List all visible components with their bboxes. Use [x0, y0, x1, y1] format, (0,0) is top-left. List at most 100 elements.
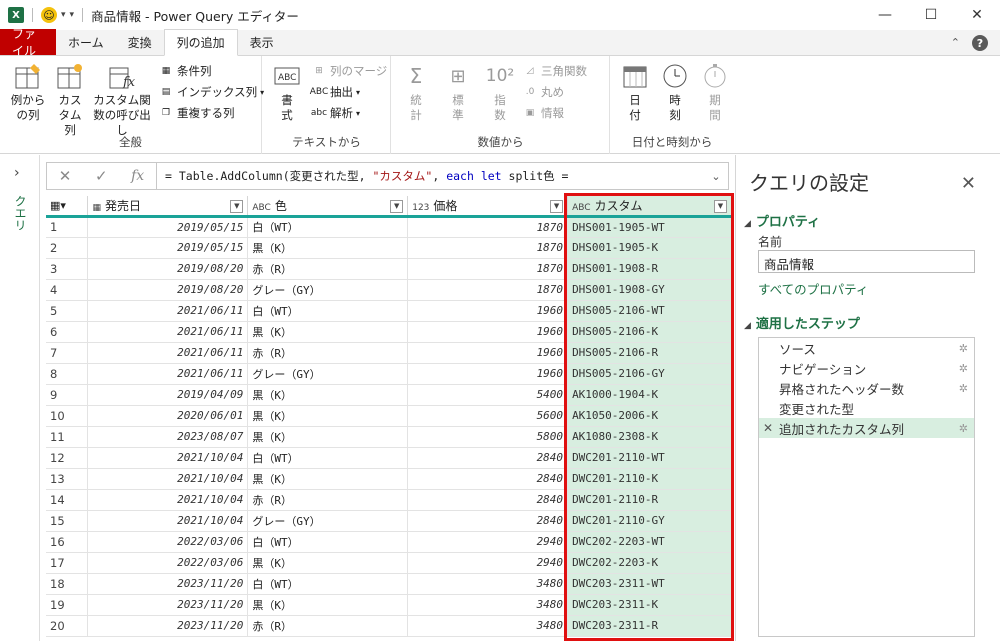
date-cell[interactable]: 2019/05/15	[87, 237, 249, 259]
price-cell[interactable]: 5600	[407, 405, 569, 427]
price-cell[interactable]: 1960	[407, 321, 569, 343]
date-cell[interactable]: 2019/08/20	[87, 279, 249, 301]
table-row[interactable]: 20 2023/11/20 赤（R） 3480 DWC203-2311-R	[46, 615, 732, 637]
date-cell[interactable]: 2022/03/06	[87, 531, 249, 553]
table-row[interactable]: 8 2021/06/11 グレー（GY） 1960 DHS005-2106-GY	[46, 363, 732, 385]
scientific-button[interactable]: 10² 指数	[482, 62, 518, 123]
color-cell[interactable]: 黒（K）	[247, 594, 409, 616]
row-number-cell[interactable]: 15	[46, 510, 89, 532]
tab-view[interactable]: 表示	[238, 29, 286, 55]
date-button[interactable]: 日付	[617, 62, 653, 123]
date-cell[interactable]: 2023/11/20	[87, 573, 249, 595]
date-cell[interactable]: 2023/11/20	[87, 615, 249, 637]
price-cell[interactable]: 2940	[407, 552, 569, 574]
applied-step-item[interactable]: ナビゲーション ✲	[759, 358, 974, 378]
chevron-up-icon[interactable]: ⌃	[951, 36, 960, 49]
check-icon[interactable]: ✓	[95, 167, 108, 185]
row-number-cell[interactable]: 16	[46, 531, 89, 553]
column-from-examples-button[interactable]: 例からの列	[8, 62, 48, 123]
custom-cell[interactable]: DHS001-1908-R	[567, 258, 732, 280]
color-cell[interactable]: 白（WT）	[247, 447, 409, 469]
custom-cell[interactable]: DHS005-2106-R	[567, 342, 732, 364]
row-number-cell[interactable]: 8	[46, 363, 89, 385]
table-row[interactable]: 9 2019/04/09 黒（K） 5400 AK1000-1904-K	[46, 384, 732, 406]
color-cell[interactable]: 白（WT）	[247, 216, 409, 238]
tab-add-column[interactable]: 列の追加	[163, 29, 238, 56]
statistics-button[interactable]: Σ 統計	[398, 62, 434, 123]
color-cell[interactable]: グレー（GY）	[247, 510, 409, 532]
custom-cell[interactable]: DHS005-2106-K	[567, 321, 732, 343]
smiley-icon[interactable]: ☺	[41, 7, 57, 23]
table-row[interactable]: 11 2023/08/07 黒（K） 5800 AK1080-2308-K	[46, 426, 732, 448]
column-header-price[interactable]: 123 価格 ▼	[407, 196, 569, 218]
gear-icon[interactable]: ✲	[959, 342, 968, 355]
date-cell[interactable]: 2021/10/04	[87, 447, 249, 469]
row-number-cell[interactable]: 7	[46, 342, 89, 364]
color-cell[interactable]: 赤（R）	[247, 615, 409, 637]
applied-step-item[interactable]: ✕ 追加されたカスタム列 ✲	[759, 418, 974, 438]
custom-cell[interactable]: AK1000-1904-K	[567, 384, 732, 406]
tab-home[interactable]: ホーム	[56, 29, 116, 55]
color-cell[interactable]: 白（WT）	[247, 300, 409, 322]
close-icon[interactable]: ✕	[961, 173, 976, 194]
close-button[interactable]: ✕	[954, 0, 1000, 30]
row-number-cell[interactable]: 13	[46, 468, 89, 490]
price-cell[interactable]: 1960	[407, 300, 569, 322]
color-cell[interactable]: 黒（K）	[247, 384, 409, 406]
date-cell[interactable]: 2019/04/09	[87, 384, 249, 406]
row-number-cell[interactable]: 3	[46, 258, 89, 280]
color-cell[interactable]: 白（WT）	[247, 531, 409, 553]
table-row[interactable]: 15 2021/10/04 グレー（GY） 2840 DWC201-2110-GY	[46, 510, 732, 532]
color-cell[interactable]: 白（WT）	[247, 573, 409, 595]
table-row[interactable]: 4 2019/08/20 グレー（GY） 1870 DHS001-1908-GY	[46, 279, 732, 301]
conditional-column-button[interactable]: ▦ 条件列	[158, 61, 212, 81]
minimize-button[interactable]: —	[862, 0, 908, 30]
date-cell[interactable]: 2021/06/11	[87, 342, 249, 364]
price-cell[interactable]: 2840	[407, 468, 569, 490]
queries-pane-label[interactable]: クエリ	[12, 195, 29, 231]
row-number-cell[interactable]: 17	[46, 552, 89, 574]
fx-icon[interactable]: fx	[131, 168, 144, 184]
applied-step-item[interactable]: 昇格されたヘッダー数 ✲	[759, 378, 974, 398]
customize-qat-icon[interactable]: ▾	[70, 10, 75, 20]
trigonometry-button[interactable]: ◿ 三角関数	[522, 61, 587, 81]
extract-button[interactable]: ABC 抽出 ▾	[310, 82, 360, 102]
formula-input[interactable]: = Table.AddColumn(変更された型, "カスタム", each l…	[157, 168, 704, 184]
date-cell[interactable]: 2019/05/15	[87, 216, 249, 238]
price-cell[interactable]: 2840	[407, 489, 569, 511]
date-cell[interactable]: 2021/06/11	[87, 363, 249, 385]
price-cell[interactable]: 3480	[407, 573, 569, 595]
table-menu-header[interactable]: ▦▾	[46, 196, 89, 218]
price-cell[interactable]: 2840	[407, 510, 569, 532]
custom-column-button[interactable]: カスタム列	[52, 62, 88, 138]
table-row[interactable]: 19 2023/11/20 黒（K） 3480 DWC203-2311-K	[46, 594, 732, 616]
date-cell[interactable]: 2023/11/20	[87, 594, 249, 616]
gear-icon[interactable]: ✲	[959, 422, 968, 435]
price-cell[interactable]: 1870	[407, 258, 569, 280]
row-number-cell[interactable]: 19	[46, 594, 89, 616]
filter-dropdown-icon[interactable]: ▼	[714, 199, 727, 213]
custom-cell[interactable]: DWC203-2311-WT	[567, 573, 732, 595]
custom-cell[interactable]: AK1050-2006-K	[567, 405, 732, 427]
information-button[interactable]: ▣ 情報	[522, 103, 564, 123]
price-cell[interactable]: 1960	[407, 342, 569, 364]
table-row[interactable]: 17 2022/03/06 黒（K） 2940 DWC202-2203-K	[46, 552, 732, 574]
applied-step-item[interactable]: 変更された型	[759, 398, 974, 418]
tab-file[interactable]: ファイル	[0, 27, 56, 58]
filter-dropdown-icon[interactable]: ▼	[390, 199, 404, 213]
filter-dropdown-icon[interactable]: ▼	[550, 199, 564, 213]
column-header-color[interactable]: ABC 色 ▼	[247, 196, 409, 218]
custom-cell[interactable]: DWC201-2110-R	[567, 489, 732, 511]
tab-transform[interactable]: 変換	[116, 29, 164, 55]
date-cell[interactable]: 2022/03/06	[87, 552, 249, 574]
table-row[interactable]: 3 2019/08/20 赤（R） 1870 DHS001-1908-R	[46, 258, 732, 280]
index-column-button[interactable]: ▤ インデックス列 ▾	[158, 82, 264, 102]
row-number-cell[interactable]: 2	[46, 237, 89, 259]
time-button[interactable]: 時刻	[657, 62, 693, 123]
table-row[interactable]: 12 2021/10/04 白（WT） 2840 DWC201-2110-WT	[46, 447, 732, 469]
color-cell[interactable]: 黒（K）	[247, 405, 409, 427]
custom-cell[interactable]: DWC201-2110-WT	[567, 447, 732, 469]
applied-step-item[interactable]: ソース ✲	[759, 338, 974, 358]
custom-cell[interactable]: DHS001-1908-GY	[567, 279, 732, 301]
all-properties-link[interactable]: すべてのプロパティ	[758, 279, 868, 298]
